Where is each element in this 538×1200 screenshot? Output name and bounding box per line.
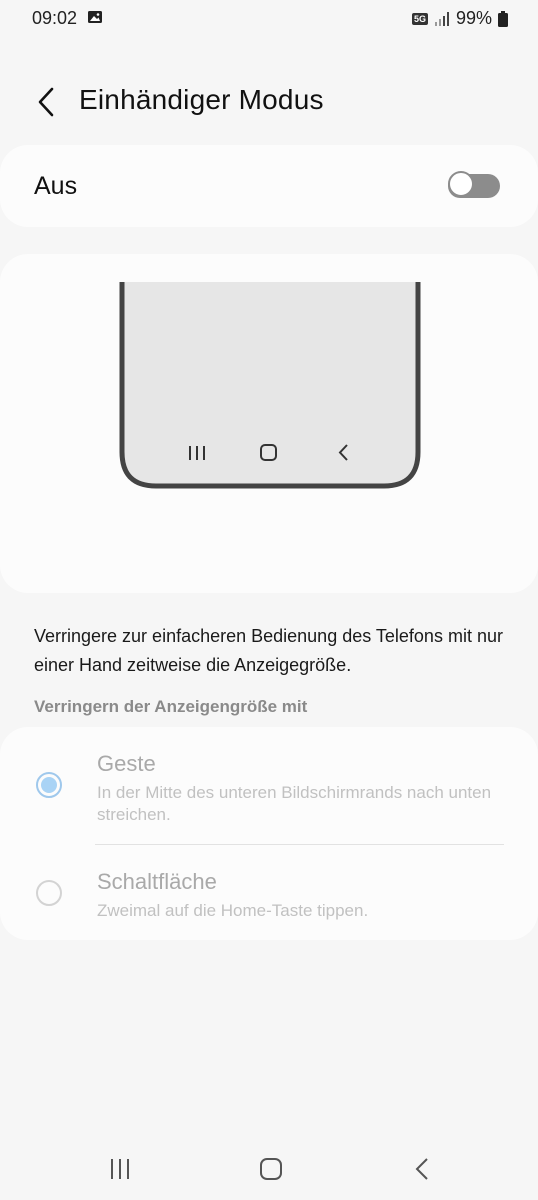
phone-illustration: [119, 282, 421, 489]
preview-card: [0, 254, 538, 593]
status-bar: 09:02 5G 99%: [0, 0, 538, 36]
back-icon[interactable]: [412, 1157, 432, 1181]
option-button-subtitle: Zweimal auf die Home-Taste tippen.: [97, 901, 369, 920]
option-divider: [95, 844, 504, 845]
page-title: Einhändiger Modus: [79, 84, 324, 115]
network-badge: 5G: [411, 12, 428, 25]
radio-button[interactable]: [36, 880, 62, 906]
status-time: 09:02: [32, 8, 78, 28]
back-button[interactable]: [26, 82, 66, 122]
switch-thumb: [448, 171, 474, 197]
gallery-icon: [88, 11, 102, 23]
radio-selected-dot: [41, 777, 57, 793]
signal-icon: [434, 11, 449, 26]
option-button[interactable]: Schaltfläche Zweimal auf die Home-Taste …: [0, 860, 538, 932]
option-gesture[interactable]: Geste In der Mitte des unteren Bildschir…: [0, 740, 538, 840]
option-button-title: Schaltfläche: [97, 869, 217, 894]
battery-icon: [498, 10, 508, 27]
navigation-bar: [0, 1140, 538, 1200]
back-arrow-icon: [38, 87, 54, 117]
toggle-label: Aus: [34, 172, 78, 200]
radio-gesture[interactable]: [36, 772, 62, 798]
home-icon[interactable]: [259, 1157, 283, 1181]
option-gesture-title: Geste: [97, 751, 156, 776]
option-gesture-subtitle: In der Mitte des unteren Bildschirmrands…: [97, 783, 492, 824]
section-header: Verringern der Anzeigengröße mit: [34, 697, 308, 716]
master-switch[interactable]: [448, 170, 500, 200]
status-right: 5G 99%: [411, 8, 508, 29]
recents-icon[interactable]: [108, 1158, 134, 1180]
description-text: Verringere zur einfacheren Bedienung des…: [34, 626, 503, 675]
battery-percent: 99%: [455, 8, 492, 28]
